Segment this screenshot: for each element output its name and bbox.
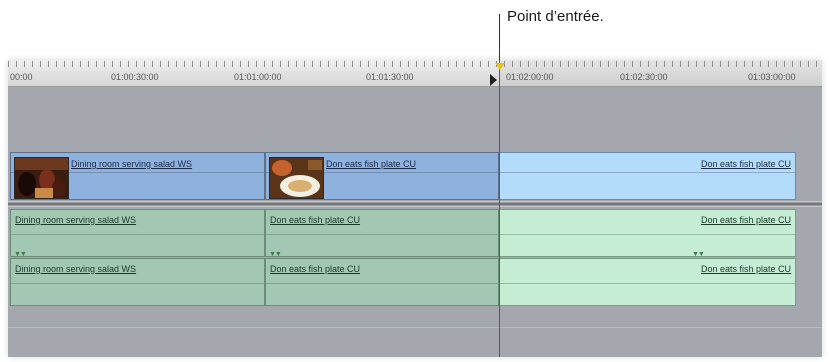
audio-track-1[interactable]: Dining room serving salad WS ▼▼▲▲ Don ea… — [8, 209, 822, 264]
video-track[interactable]: Dining room serving salad WS Don eats fi… — [8, 151, 822, 201]
audio-clip[interactable]: Dining room serving salad WS ▼▼▲▲ — [10, 209, 265, 264]
clip-name: Don eats fish plate CU — [700, 159, 791, 169]
audio-track-2[interactable]: Dining room serving salad WS Don eats fi… — [8, 258, 822, 306]
clip-divider — [500, 172, 795, 173]
clip-divider — [266, 283, 498, 284]
timeline[interactable]: 00:00 01:00:30:00 01:01:00:00 01:01:30:0… — [8, 60, 822, 357]
playhead-line[interactable] — [499, 60, 500, 357]
in-point-callout: Point d’entrée. — [507, 8, 604, 25]
clip-name: Dining room serving salad WS — [15, 215, 137, 225]
audio-clip-selected[interactable]: Don eats fish plate CU — [499, 258, 796, 306]
ruler-timecode: 01:02:00:00 — [506, 72, 554, 82]
playhead-handle-icon[interactable] — [495, 63, 505, 70]
clip-divider — [11, 283, 264, 284]
clip-name: Don eats fish plate CU — [700, 264, 791, 274]
clip-name: Don eats fish plate CU — [270, 215, 361, 225]
audio-clip-selected[interactable]: Don eats fish plate CU ▼▼▲▲ — [499, 209, 796, 264]
ruler-timecode: 00:00 — [10, 72, 33, 82]
track-separator — [8, 327, 822, 328]
ruler-ticks — [8, 61, 822, 67]
clip-name: Don eats fish plate CU — [326, 159, 417, 169]
ruler-timecode: 01:01:30:00 — [366, 72, 414, 82]
ruler-timecode: 01:01:00:00 — [234, 72, 282, 82]
ruler-timecode: 01:02:30:00 — [620, 72, 668, 82]
audio-clip[interactable]: Dining room serving salad WS — [10, 258, 265, 306]
clip-divider — [11, 234, 264, 235]
ruler-timecode: 01:00:30:00 — [111, 72, 159, 82]
clip-thumbnail — [269, 157, 324, 199]
clip-divider — [500, 283, 795, 284]
video-clip-selected[interactable]: Don eats fish plate CU — [499, 152, 796, 200]
clip-thumbnail — [14, 157, 69, 199]
clip-name: Don eats fish plate CU — [700, 215, 791, 225]
video-audio-divider[interactable] — [8, 201, 822, 207]
timecode-ruler[interactable]: 00:00 01:00:30:00 01:01:00:00 01:01:30:0… — [8, 60, 822, 87]
clip-name: Dining room serving salad WS — [15, 264, 137, 274]
video-clip[interactable]: Dining room serving salad WS — [10, 152, 265, 200]
clip-divider — [266, 234, 498, 235]
empty-video-track[interactable] — [8, 87, 822, 151]
audio-clip[interactable]: Don eats fish plate CU — [265, 258, 499, 306]
clip-name: Dining room serving salad WS — [71, 159, 193, 169]
clip-divider — [500, 234, 795, 235]
clip-name: Don eats fish plate CU — [270, 264, 361, 274]
ruler-timecode: 01:03:00:00 — [748, 72, 796, 82]
empty-audio-track[interactable] — [8, 307, 822, 357]
video-clip[interactable]: Don eats fish plate CU — [265, 152, 499, 200]
in-point-marker-icon[interactable] — [490, 74, 497, 86]
callout-leader-line — [499, 14, 500, 66]
audio-clip[interactable]: Don eats fish plate CU ▼▼▲▲ — [265, 209, 499, 264]
